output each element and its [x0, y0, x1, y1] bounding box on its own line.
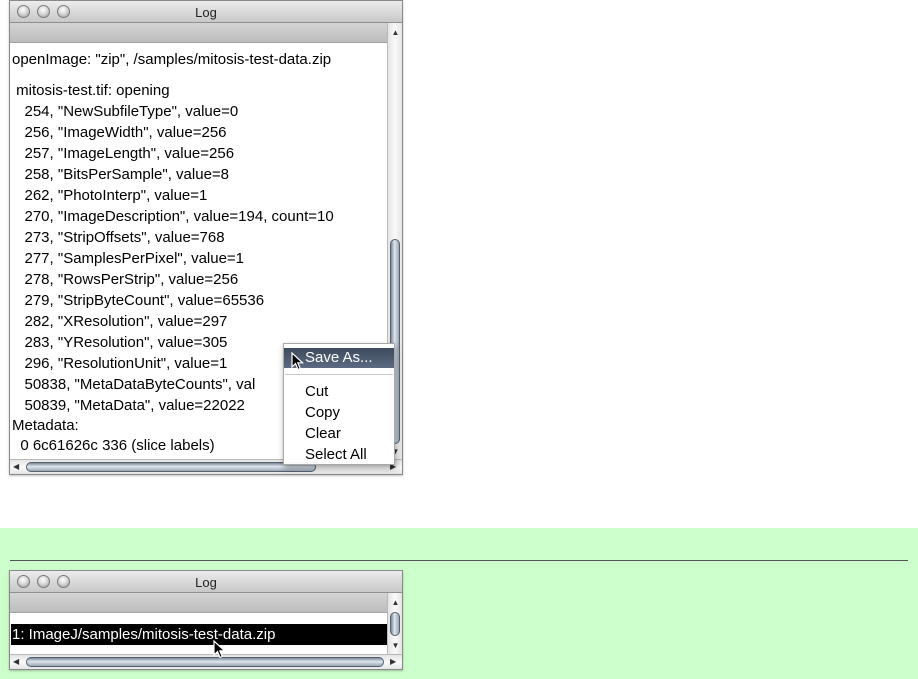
log-line: 256, "ImageWidth", value=256	[12, 124, 227, 141]
log-line: openImage: "zip", /samples/mitosis-test-…	[12, 51, 332, 68]
log-line: 279, "StripByteCount", value=65536	[12, 292, 265, 309]
log-line: 296, "ResolutionUnit", value=1	[12, 355, 228, 372]
scroll-up-arrow-icon[interactable]: ▲	[388, 28, 403, 38]
log-line: 277, "SamplesPerPixel", value=1	[12, 250, 245, 267]
window-title: Log	[195, 575, 217, 590]
vertical-scroll-thumb[interactable]	[390, 612, 400, 636]
vertical-scrollbar[interactable]: ▲ ▼	[387, 593, 402, 654]
horizontal-scrollbar[interactable]: ◀ ▶	[10, 654, 402, 669]
menu-item-clear[interactable]: Clear	[284, 424, 394, 444]
log-line: 258, "BitsPerSample", value=8	[12, 166, 230, 183]
log-window-small: Log 1: ImageJ/samples/mitosis-test-data.…	[9, 570, 403, 670]
window-title: Log	[195, 5, 217, 20]
log-line: Metadata:	[12, 417, 79, 434]
log-line: 262, "PhotoInterp", value=1	[12, 187, 208, 204]
scroll-right-arrow-icon[interactable]: ▶	[390, 657, 396, 666]
log-line: 273, "StripOffsets", value=768	[12, 229, 225, 246]
horizontal-scroll-thumb[interactable]	[26, 462, 316, 472]
log-line: 278, "RowsPerStrip", value=256	[12, 271, 239, 288]
mouse-pointer-icon	[291, 352, 305, 371]
log-line: 254, "NewSubfileType", value=0	[12, 103, 239, 120]
log-line: 50838, "MetaDataByteCounts", val	[12, 376, 256, 393]
title-bar[interactable]: Log	[10, 571, 402, 593]
scroll-left-arrow-icon[interactable]: ◀	[13, 657, 19, 666]
log-header-bar	[10, 593, 388, 613]
log-line: 283, "YResolution", value=305	[12, 334, 228, 351]
log-line: 0 6c61626c 336 (slice labels)	[12, 437, 215, 454]
menu-separator	[285, 374, 393, 375]
mouse-pointer-icon	[213, 640, 227, 659]
log-header-bar	[10, 23, 388, 43]
menu-item-copy[interactable]: Copy	[284, 403, 394, 423]
log-line: 50839, "MetaData", value=22022	[12, 397, 245, 414]
log-line: 257, "ImageLength", value=256	[12, 145, 235, 162]
green-band: Log 1: ImageJ/samples/mitosis-test-data.…	[0, 528, 918, 679]
divider-line	[10, 560, 908, 561]
log-line: mitosis-test.tif: opening	[12, 82, 170, 99]
selected-log-line[interactable]: 1: ImageJ/samples/mitosis-test-data.zip	[11, 624, 394, 645]
menu-item-select-all[interactable]: Select All	[284, 445, 394, 465]
log-line: 270, "ImageDescription", value=194, coun…	[12, 208, 334, 225]
menu-item-cut[interactable]: Cut	[284, 382, 394, 402]
horizontal-scroll-thumb[interactable]	[26, 657, 384, 667]
title-bar[interactable]: Log	[10, 1, 402, 23]
log-line: 282, "XResolution", value=297	[12, 313, 228, 330]
scroll-up-arrow-icon[interactable]: ▲	[388, 598, 403, 608]
scroll-down-arrow-icon[interactable]: ▼	[388, 641, 403, 651]
scroll-left-arrow-icon[interactable]: ◀	[13, 462, 19, 471]
